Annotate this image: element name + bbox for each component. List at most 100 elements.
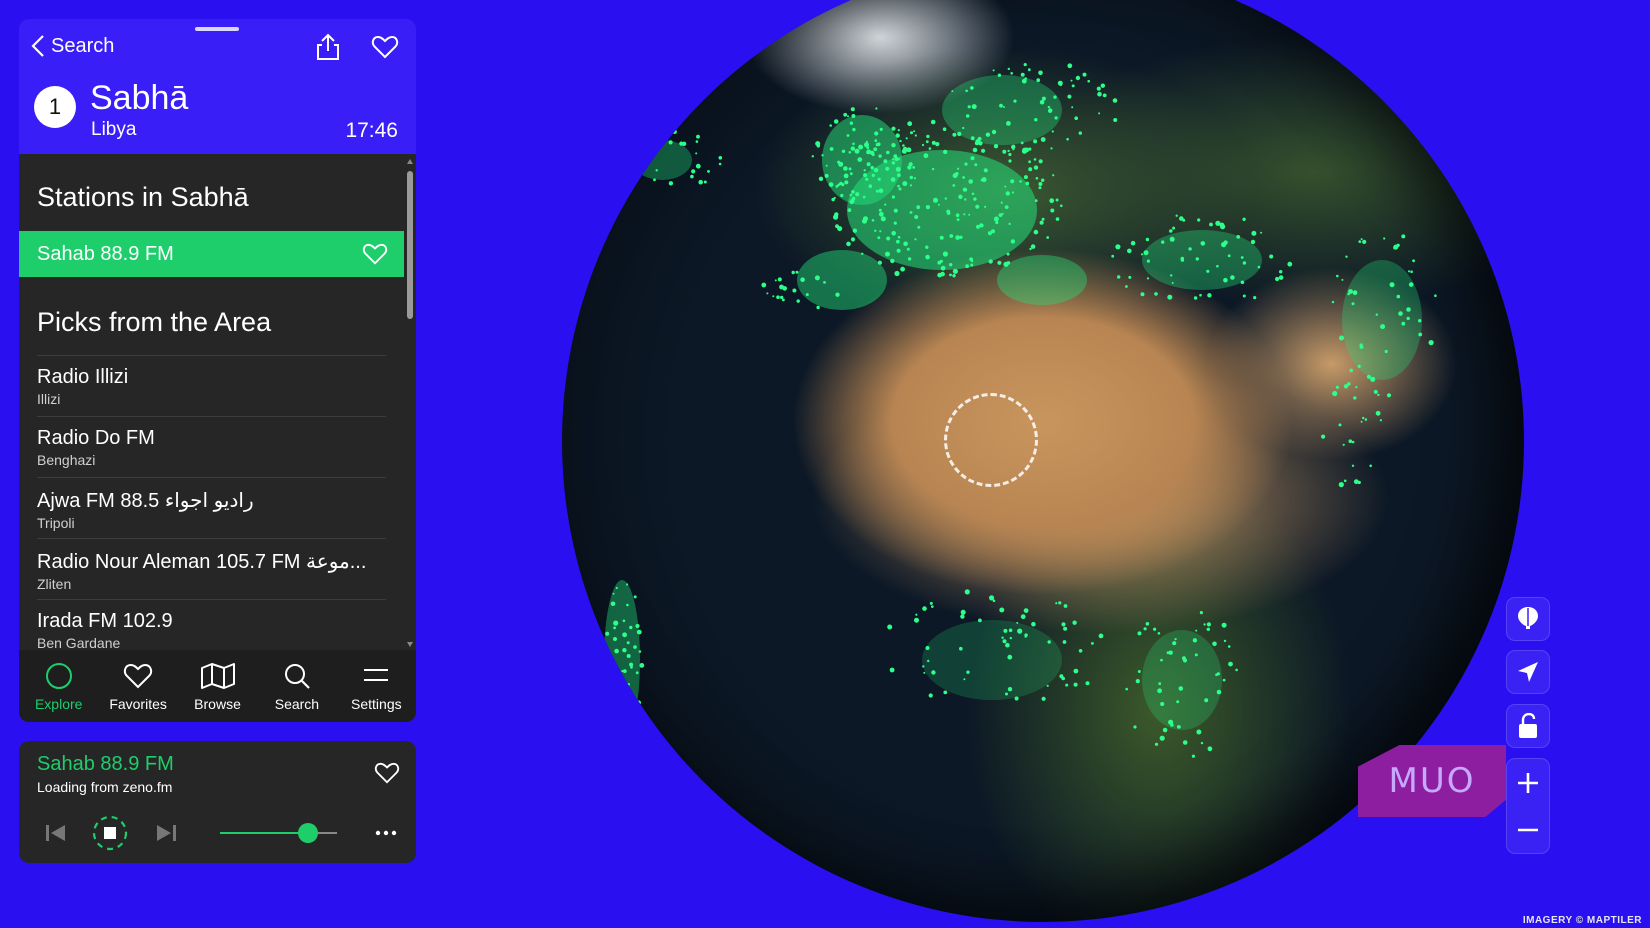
tab-favorites[interactable]: Favorites	[98, 650, 177, 722]
station-dot	[1153, 627, 1157, 631]
list-item[interactable]: Ajwa FM 88.5 راديو اجواء Tripoli	[37, 477, 386, 539]
station-dot	[1275, 276, 1280, 282]
tab-explore[interactable]: Explore	[19, 650, 98, 722]
station-dot	[985, 132, 991, 137]
favorite-heart-icon[interactable]	[371, 33, 399, 61]
tab-search[interactable]: Search	[257, 650, 336, 722]
previous-icon[interactable]	[45, 823, 67, 843]
scrollbar-thumb[interactable]	[407, 171, 413, 319]
list-item[interactable]: Radio Do FM Benghazi	[37, 416, 386, 478]
station-dot	[622, 669, 627, 673]
station-dot	[1235, 668, 1238, 672]
station-dot	[1007, 687, 1013, 692]
station-dot	[890, 177, 896, 183]
station-dot	[653, 178, 656, 182]
location-header: Search 1 Sabhā Libya 17:46	[19, 19, 416, 154]
location-target-ring	[944, 393, 1038, 487]
station-dot	[1102, 93, 1107, 98]
share-icon[interactable]	[314, 33, 342, 61]
station-dot	[1157, 688, 1162, 694]
station-dot	[922, 665, 925, 668]
station-dot	[668, 140, 673, 145]
station-dot	[1410, 270, 1413, 274]
station-dot	[1358, 240, 1362, 243]
station-dot	[1024, 633, 1028, 637]
station-dot	[1206, 269, 1210, 273]
list-item[interactable]: Radio Illizi Illizi	[37, 355, 386, 417]
station-dot	[1052, 174, 1055, 177]
active-station-row[interactable]: Sahab 88.9 FM	[19, 231, 404, 277]
locate-button[interactable]	[1506, 650, 1550, 694]
station-dot	[878, 188, 884, 193]
station-dot	[1033, 165, 1039, 170]
station-dot	[952, 274, 956, 278]
station-dot	[695, 152, 698, 155]
station-dot	[889, 667, 895, 673]
station-dot	[928, 693, 933, 698]
station-dot	[609, 682, 615, 687]
station-dot	[973, 197, 977, 201]
more-options-icon[interactable]	[375, 829, 397, 837]
station-dot	[1024, 77, 1027, 80]
lock-button[interactable]	[1506, 704, 1550, 748]
station-dot	[641, 152, 647, 157]
balloon-button[interactable]	[1506, 597, 1550, 641]
station-dot	[1221, 622, 1227, 628]
list-item[interactable]: Radio Nour Aleman 105.7 FM موعة... Zlite…	[37, 538, 386, 600]
station-dot	[1369, 464, 1372, 468]
station-dot	[1167, 294, 1173, 300]
back-button[interactable]: Search	[31, 34, 114, 58]
station-dot	[639, 663, 645, 668]
station-dot	[1360, 238, 1363, 241]
station-dot	[1206, 622, 1211, 627]
now-playing-station[interactable]: Sahab 88.9 FM	[37, 753, 174, 776]
station-dot	[1055, 602, 1058, 605]
station-dot	[980, 178, 984, 182]
station-dot	[952, 184, 956, 187]
heart-icon[interactable]	[362, 242, 388, 266]
station-list[interactable]: Stations in Sabhā Sahab 88.9 FM Picks fr…	[19, 154, 416, 650]
station-dot	[1175, 214, 1178, 217]
station-dot	[909, 211, 913, 214]
volume-knob[interactable]	[297, 823, 318, 843]
station-dot	[1067, 94, 1072, 99]
station-dot	[1269, 254, 1274, 259]
station-dot	[1348, 439, 1353, 444]
station-dot	[1215, 220, 1221, 226]
station-dot	[863, 173, 868, 178]
volume-slider[interactable]	[220, 823, 337, 843]
station-dot	[1197, 218, 1201, 222]
station-dot	[837, 160, 841, 164]
station-dot	[949, 234, 954, 238]
station-dot	[942, 127, 947, 131]
station-dot	[1010, 239, 1016, 244]
station-dot	[891, 195, 895, 199]
station-dot	[1364, 418, 1368, 421]
station-dot	[833, 196, 836, 200]
scroll-down-arrow[interactable]	[407, 642, 413, 647]
station-dot	[931, 140, 936, 145]
station-dot	[970, 263, 974, 267]
stop-loading-icon[interactable]	[92, 815, 128, 851]
station-dot	[1034, 118, 1038, 122]
station-dot	[1115, 244, 1121, 250]
list-item[interactable]: Irada FM 102.9 Ben Gardane	[37, 599, 386, 650]
station-dot	[1359, 343, 1363, 347]
station-dot	[623, 713, 628, 718]
next-icon[interactable]	[155, 823, 177, 843]
station-dot	[612, 676, 616, 679]
station-dot	[1038, 182, 1043, 186]
heart-icon[interactable]	[374, 761, 400, 785]
station-dot	[871, 153, 875, 157]
station-dot	[1362, 239, 1367, 244]
zoom-in-button[interactable]	[1507, 759, 1549, 806]
station-dot	[885, 251, 890, 257]
tab-settings[interactable]: Settings	[337, 650, 416, 722]
scroll-up-arrow[interactable]	[407, 159, 413, 164]
station-dot	[1178, 686, 1184, 691]
zoom-out-button[interactable]	[1507, 806, 1549, 853]
panel-drag-handle[interactable]	[195, 27, 239, 31]
station-dot	[1047, 105, 1051, 109]
tab-browse[interactable]: Browse	[178, 650, 257, 722]
list-scrollbar[interactable]	[407, 159, 413, 649]
